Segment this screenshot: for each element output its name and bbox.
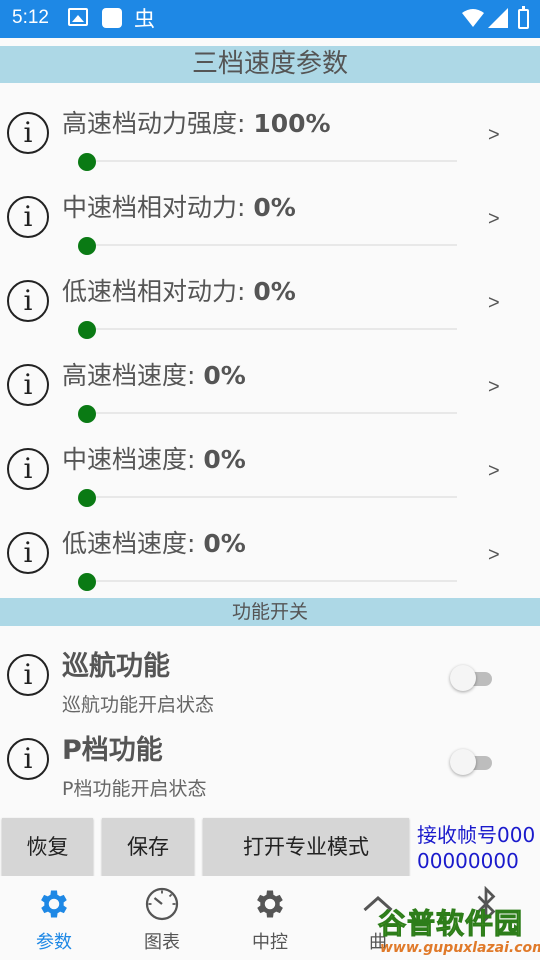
watermark-title: 谷普软件园 [377,907,524,941]
function-section-header: 功能开关 [0,598,540,626]
toggle-knob [450,749,476,775]
slider-thumb[interactable] [78,237,96,255]
param-value: 0% [203,361,246,390]
watermark: 谷普软件园 www.gupuxlazai.com [362,900,540,960]
slider-thumb[interactable] [78,321,96,339]
param-row-mid-power[interactable]: i 中速档相对动力: 0% > [0,174,540,258]
param-row-high-speed[interactable]: i 高速档速度: 0% > [0,342,540,426]
function-title: P档功能 [62,735,163,766]
param-value: 0% [203,445,246,474]
slider-track[interactable] [80,412,457,414]
notification-icon [102,8,122,28]
watermark-url: www.gupuxlazai.com [380,940,540,956]
param-label: 中速档相对动力: 0% [62,188,296,224]
function-subtitle: P档功能开启状态 [62,778,207,800]
chevron-right-icon[interactable]: > [488,544,500,567]
function-subtitle: 巡航功能开启状态 [62,694,215,716]
info-icon[interactable]: i [7,738,49,780]
slider-thumb[interactable] [78,405,96,423]
nav-item-params[interactable]: 参数 [0,876,108,960]
info-icon[interactable]: i [7,112,49,154]
wifi-icon [462,9,484,27]
nav-label: 参数 [36,932,72,953]
cruise-toggle[interactable] [450,665,492,691]
chevron-right-icon[interactable]: > [488,460,500,483]
park-toggle[interactable] [450,749,492,775]
param-label: 低速档相对动力: 0% [62,272,296,308]
info-icon[interactable]: i [7,654,49,696]
status-bar: 5:12 虫 [0,0,540,38]
slider-thumb[interactable] [78,573,96,591]
nav-item-chart[interactable]: 图表 [108,876,216,960]
param-value: 0% [203,529,246,558]
param-label-text: 高速档动力强度: [62,109,254,138]
nav-item-control[interactable]: 中控 [216,876,324,960]
param-label-text: 低速档相对动力: [62,277,254,306]
param-label-text: 低速档速度: [62,529,204,558]
param-label-text: 中速档相对动力: [62,193,254,222]
param-label: 高速档速度: 0% [62,356,246,392]
info-icon[interactable]: i [7,364,49,406]
nav-label: 中控 [252,932,288,953]
param-row-mid-speed[interactable]: i 中速档速度: 0% > [0,426,540,510]
param-label-text: 中速档速度: [62,445,204,474]
function-row-cruise: i 巡航功能 巡航功能开启状态 [0,632,540,716]
battery-icon [518,6,529,29]
param-label: 中速档速度: 0% [62,440,246,476]
slider-thumb[interactable] [78,489,96,507]
gear-icon [257,890,283,918]
pro-mode-button[interactable]: 打开专业模式 [203,818,409,876]
chevron-right-icon[interactable]: > [488,376,500,399]
restore-button[interactable]: 恢复 [2,818,93,876]
status-time: 5:12 [12,7,49,28]
param-row-low-speed[interactable]: i 低速档速度: 0% > [0,510,540,594]
info-icon[interactable]: i [7,448,49,490]
image-icon [68,8,88,26]
chevron-right-icon[interactable]: > [488,292,500,315]
param-row-low-power[interactable]: i 低速档相对动力: 0% > [0,258,540,342]
function-title: 巡航功能 [62,651,170,682]
slider-track[interactable] [80,160,457,162]
info-icon[interactable]: i [7,196,49,238]
gauge-icon [145,887,179,921]
slider-track[interactable] [80,244,457,246]
param-value: 0% [253,277,296,306]
chevron-right-icon[interactable]: > [488,124,500,147]
function-row-park: i P档功能 P档功能开启状态 [0,716,540,800]
info-icon[interactable]: i [7,532,49,574]
save-button[interactable]: 保存 [102,818,194,876]
speed-section-header: 三档速度参数 [0,46,540,83]
slider-track[interactable] [80,328,457,330]
param-label-text: 高速档速度: [62,361,204,390]
param-label: 低速档速度: 0% [62,524,246,560]
param-row-high-power[interactable]: i 高速档动力强度: 100% > [0,90,540,174]
slider-track[interactable] [80,580,457,582]
chevron-right-icon[interactable]: > [488,208,500,231]
signal-icon [488,8,508,28]
param-value: 100% [253,109,331,138]
frame-counter: 接收帧号00000000000 [417,823,536,873]
param-label: 高速档动力强度: 100% [62,104,331,140]
info-icon[interactable]: i [7,280,49,322]
bug-icon: 虫 [134,7,155,31]
slider-track[interactable] [80,496,457,498]
gear-icon [41,890,67,918]
toggle-knob [450,665,476,691]
nav-label: 图表 [144,932,180,953]
slider-thumb[interactable] [78,153,96,171]
param-value: 0% [253,193,296,222]
